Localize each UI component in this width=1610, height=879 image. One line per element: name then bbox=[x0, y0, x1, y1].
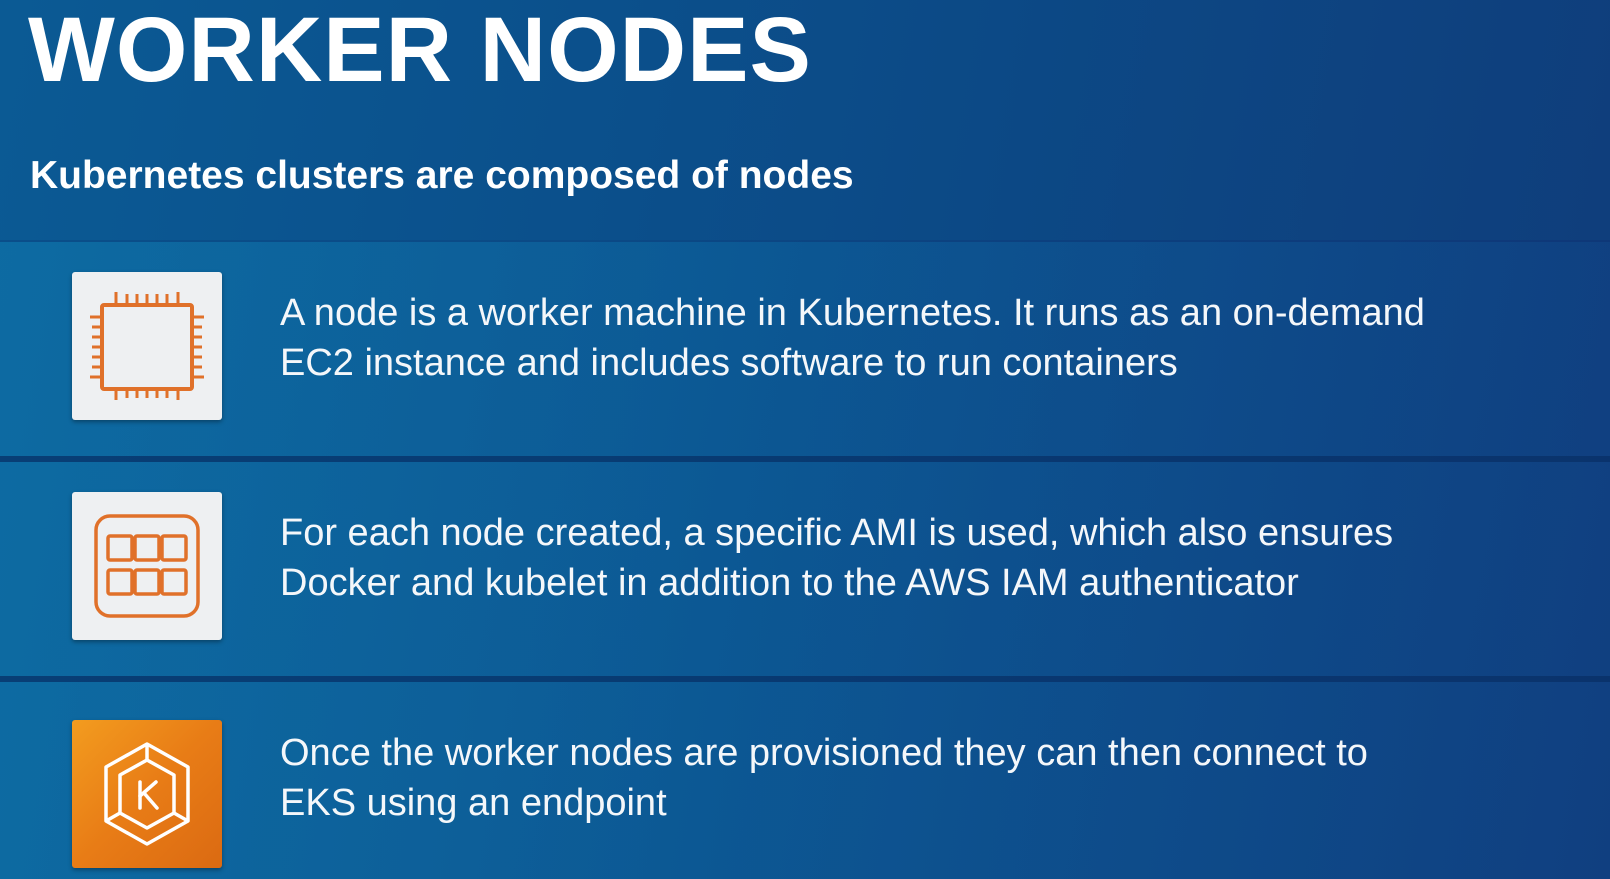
node-definition-text: A node is a worker machine in Kubernetes… bbox=[280, 288, 1580, 388]
ami-text: For each node created, a specific AMI is… bbox=[280, 508, 1580, 608]
list-item-ami: For each node created, a specific AMI is… bbox=[0, 462, 1610, 676]
ami-grid-icon bbox=[72, 492, 222, 640]
list-item-node-definition: A node is a worker machine in Kubernetes… bbox=[0, 242, 1610, 456]
slide-header: WORKER NODES Kubernetes clusters are com… bbox=[0, 0, 1610, 240]
slide: WORKER NODES Kubernetes clusters are com… bbox=[0, 0, 1610, 879]
text-line: EKS using an endpoint bbox=[280, 782, 667, 824]
slide-subtitle: Kubernetes clusters are composed of node… bbox=[30, 154, 854, 197]
text-line: EC2 instance and includes software to ru… bbox=[280, 342, 1178, 384]
text-line: Docker and kubelet in addition to the AW… bbox=[280, 562, 1299, 604]
list-item-eks-endpoint: Once the worker nodes are provisioned th… bbox=[0, 682, 1610, 879]
text-line: For each node created, a specific AMI is… bbox=[280, 512, 1394, 554]
eks-endpoint-text: Once the worker nodes are provisioned th… bbox=[280, 728, 1580, 828]
processor-chip-icon bbox=[72, 272, 222, 420]
text-line: Once the worker nodes are provisioned th… bbox=[280, 732, 1368, 774]
text-line: A node is a worker machine in Kubernetes… bbox=[280, 292, 1425, 334]
slide-title: WORKER NODES bbox=[28, 0, 812, 101]
eks-kubernetes-icon bbox=[72, 720, 222, 868]
